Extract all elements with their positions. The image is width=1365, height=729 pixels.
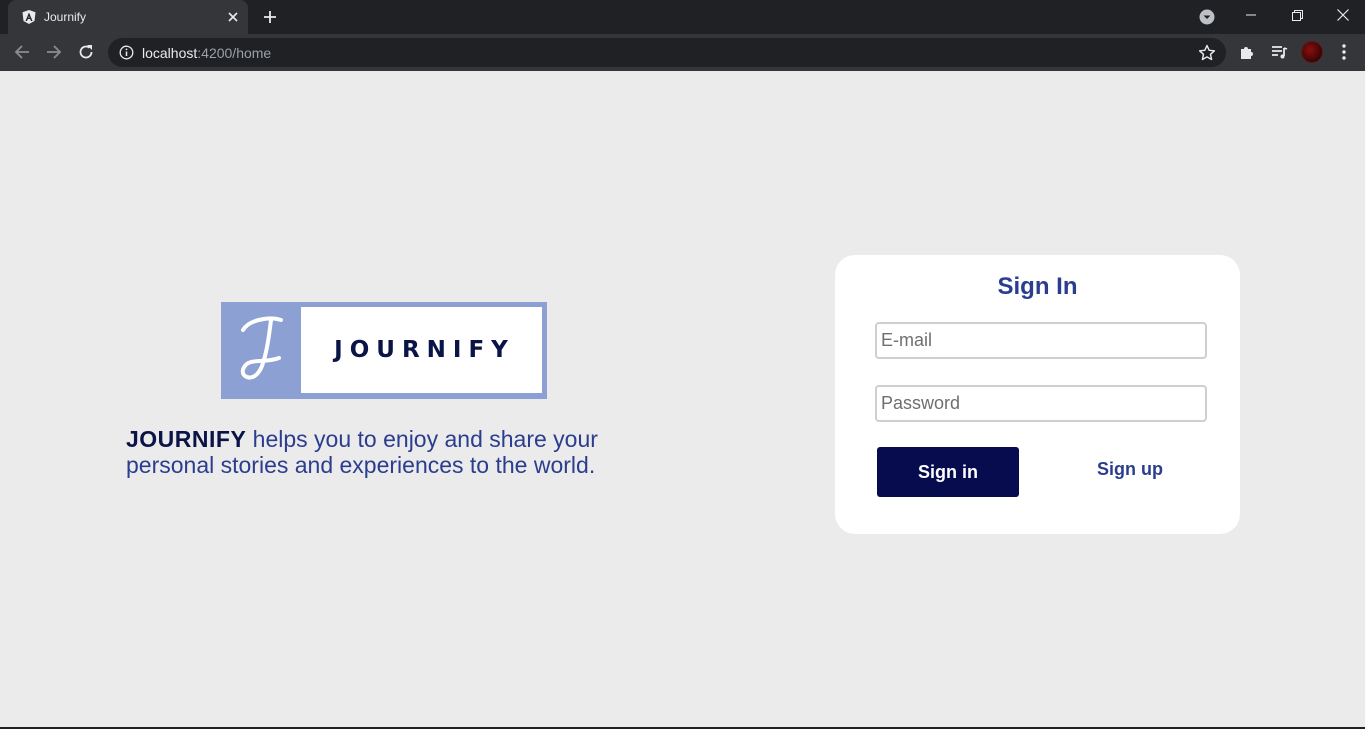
url-host: localhost: [142, 45, 198, 61]
menu-kebab-icon[interactable]: [1334, 42, 1354, 62]
logo-wordmark-box: JOURNIFY: [301, 307, 542, 393]
minimize-icon[interactable]: [1228, 0, 1274, 30]
restore-icon[interactable]: [1274, 0, 1320, 30]
tagline-brand: JOURNIFY: [126, 426, 247, 452]
profile-avatar[interactable]: [1301, 41, 1323, 63]
signup-link[interactable]: Sign up: [1075, 454, 1185, 484]
reload-icon[interactable]: [76, 42, 96, 62]
back-arrow-icon[interactable]: [12, 42, 32, 62]
url-path: :4200/home: [197, 45, 272, 61]
tab-search-icon[interactable]: [1198, 8, 1216, 26]
site-info-icon[interactable]: [119, 45, 134, 60]
url-text[interactable]: localhost:4200/home: [142, 45, 271, 61]
browser-tab[interactable]: Journify: [8, 0, 248, 34]
browser-toolbar: localhost:4200/home: [0, 34, 1365, 71]
signin-button[interactable]: Sign in: [877, 447, 1019, 497]
tab-strip: Journify: [0, 0, 1365, 34]
close-window-icon[interactable]: [1320, 0, 1365, 30]
email-field[interactable]: [875, 322, 1207, 359]
angular-favicon-icon: [22, 10, 36, 24]
signin-title: Sign In: [997, 273, 1078, 300]
tab-title: Journify: [44, 10, 87, 24]
close-tab-icon[interactable]: [224, 8, 242, 26]
password-field[interactable]: [875, 385, 1207, 422]
extensions-puzzle-icon[interactable]: [1237, 42, 1257, 62]
tagline: JOURNIFY helps you to enjoy and share yo…: [126, 426, 646, 478]
page-content: JOURNIFY JOURNIFY helps you to enjoy and…: [0, 71, 1365, 727]
media-playlist-icon[interactable]: [1269, 42, 1289, 62]
logo-wordmark: JOURNIFY: [334, 337, 515, 363]
address-bar[interactable]: localhost:4200/home: [108, 38, 1226, 67]
forward-arrow-icon[interactable]: [44, 42, 64, 62]
signin-card: Sign In Sign in Sign up: [835, 255, 1240, 534]
journify-logo: JOURNIFY: [221, 302, 547, 399]
logo-monogram-icon: [240, 316, 283, 380]
bookmark-star-icon[interactable]: [1198, 44, 1216, 62]
new-tab-icon[interactable]: [259, 6, 281, 28]
